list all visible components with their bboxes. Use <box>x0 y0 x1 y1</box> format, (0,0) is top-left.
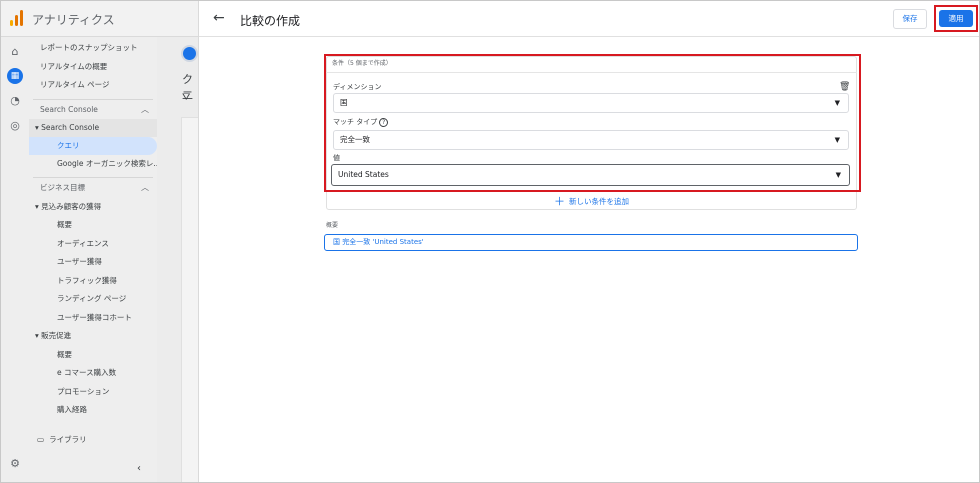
reports-icon[interactable]: ▦ <box>7 68 23 84</box>
filter-icon[interactable]: ⛛ <box>182 92 190 103</box>
advertising-icon[interactable]: ◎ <box>8 119 22 133</box>
apply-button[interactable]: 適用 <box>939 10 973 27</box>
nav-item-sales-overview[interactable]: 概要 <box>29 346 157 364</box>
create-comparison-panel: ← 比較の作成 保存 適用 条件（5 個まで作成） ディメンション 🗑 国 ▼ … <box>198 1 979 482</box>
summary-field: 国 完全一致 'United States' <box>324 234 858 251</box>
add-condition-button[interactable]: ＋ 新しい条件を追加 <box>326 193 857 211</box>
app-title: アナリティクス <box>32 13 115 27</box>
analytics-logo <box>10 10 24 26</box>
explore-icon[interactable]: ◔ <box>8 94 22 108</box>
nav-item-label: 購入経路 <box>57 405 87 414</box>
match-type-value: 完全一致 <box>340 135 370 144</box>
dropdown-arrow-icon: ▼ <box>834 136 840 144</box>
save-button[interactable]: 保存 <box>893 9 927 29</box>
nav-item-label: プロモーション <box>57 387 110 396</box>
group-acquisition[interactable]: ▾ 見込み顧客の獲得 <box>29 198 157 216</box>
group-sales[interactable]: ▾ 販売促進 <box>29 327 157 345</box>
dropdown-arrow-icon: ▼ <box>835 171 841 179</box>
panel-title: 比較の作成 <box>240 14 301 28</box>
group-label: 見込み顧客の獲得 <box>41 202 102 211</box>
conditions-label: 条件（5 個まで作成） <box>332 60 392 67</box>
value-label: 値 <box>333 154 340 162</box>
screen: アナリティクス ⌂ ▦ ◔ ◎ ⚙ レポートのスナップショット リアルタイムの概… <box>0 0 980 483</box>
nav-item-acq-cohort[interactable]: ユーザー獲得コホート <box>29 309 157 327</box>
nav-item-label: ユーザー獲得 <box>57 257 102 266</box>
nav-item-promotions[interactable]: プロモーション <box>29 383 157 401</box>
dimension-select[interactable]: 国 ▼ <box>333 93 849 113</box>
value-select[interactable]: United States ▼ <box>331 164 850 186</box>
back-arrow-icon[interactable]: ← <box>213 10 225 26</box>
home-icon[interactable]: ⌂ <box>8 45 22 59</box>
comparison-chip-icon[interactable] <box>181 45 198 62</box>
nav-item-audience[interactable]: オーディエンス <box>29 235 157 253</box>
group-label: 販売促進 <box>41 331 72 340</box>
group-search-console[interactable]: ▾ Search Console <box>29 119 157 137</box>
value-value: United States <box>338 170 389 179</box>
dimension-value: 国 <box>340 98 348 107</box>
nav-item-label: e コマース購入数 <box>57 368 117 377</box>
folder-icon: ▭ <box>37 435 45 444</box>
side-rail: ⌂ ▦ ◔ ◎ ⚙ <box>1 37 29 482</box>
nav-item-label: 概要 <box>57 220 72 229</box>
nav-item-realtime-pages[interactable]: リアルタイム ページ <box>29 76 157 94</box>
plus-icon: ＋ <box>554 195 565 208</box>
section-search-console[interactable]: Search Console ︿ <box>29 101 157 119</box>
nav-item-label: ユーザー獲得コホート <box>57 313 132 322</box>
apply-button-highlight: 適用 <box>934 5 978 32</box>
nav-item-label: オーディエンス <box>57 239 109 248</box>
divider <box>33 177 153 178</box>
dropdown-arrow-icon: ▼ <box>834 99 840 107</box>
nav-item-label: 概要 <box>57 350 72 359</box>
settings-icon[interactable]: ⚙ <box>8 457 22 471</box>
section-business-objectives[interactable]: ビジネス目標 ︿ <box>29 179 157 197</box>
nav-item-label: ライブラリ <box>49 435 87 444</box>
background-report: ク二 ⛛ <box>157 37 211 482</box>
nav-item-label: リアルタイム ページ <box>40 80 110 89</box>
panel-header: ← 比較の作成 保存 適用 <box>199 1 979 37</box>
nav-item-realtime-overview[interactable]: リアルタイムの概要 <box>29 58 157 76</box>
nav-item-label: レポートのスナップショット <box>40 43 138 52</box>
add-condition-label: 新しい条件を追加 <box>569 197 629 206</box>
nav-item-label: Google オーガニック検索レ... <box>57 159 157 168</box>
nav-item-user-acquisition[interactable]: ユーザー獲得 <box>29 253 157 271</box>
match-type-select[interactable]: 完全一致 ▼ <box>333 130 849 150</box>
nav-item-label: ランディング ページ <box>57 294 127 303</box>
divider <box>326 72 857 73</box>
summary-label: 概要 <box>326 222 339 229</box>
match-type-label-row: マッチ タイプ? <box>333 117 389 127</box>
nav-item-acq-overview[interactable]: 概要 <box>29 216 157 234</box>
help-icon[interactable]: ? <box>379 117 389 127</box>
chevron-up-icon: ︿ <box>141 183 149 192</box>
background-app: アナリティクス ⌂ ▦ ◔ ◎ ⚙ レポートのスナップショット リアルタイムの概… <box>1 1 211 482</box>
nav-item-queries[interactable]: クエリ <box>29 137 157 155</box>
nav-item-label: トラフィック獲得 <box>57 276 117 285</box>
delete-condition-icon[interactable]: 🗑 <box>839 82 850 92</box>
nav-item-purchase-journey[interactable]: 購入経路 <box>29 401 157 419</box>
section-label: Search Console <box>40 105 98 114</box>
group-label: Search Console <box>41 123 100 132</box>
collapse-nav-icon[interactable]: ‹ <box>137 463 141 474</box>
nav-item-label: リアルタイムの概要 <box>40 62 108 71</box>
nav-item-library[interactable]: ▭ ライブラリ <box>29 431 157 449</box>
dimension-label: ディメンション <box>333 83 382 91</box>
nav-item-organic-search[interactable]: Google オーガニック検索レ... <box>29 155 157 173</box>
report-nav: レポートのスナップショット リアルタイムの概要 リアルタイム ページ Searc… <box>29 37 157 482</box>
divider <box>33 99 153 100</box>
section-label: ビジネス目標 <box>40 183 85 192</box>
match-type-label: マッチ タイプ <box>333 118 378 126</box>
app-header: アナリティクス <box>1 1 198 37</box>
nav-item-landing-page[interactable]: ランディング ページ <box>29 290 157 308</box>
nav-item-label: クエリ <box>57 141 80 150</box>
nav-item-snapshot[interactable]: レポートのスナップショット <box>29 39 157 57</box>
nav-item-traffic-acquisition[interactable]: トラフィック獲得 <box>29 272 157 290</box>
nav-item-ecommerce[interactable]: e コマース購入数 <box>29 364 157 382</box>
summary-value: 国 完全一致 'United States' <box>333 238 424 246</box>
chevron-up-icon: ︿ <box>141 105 149 114</box>
